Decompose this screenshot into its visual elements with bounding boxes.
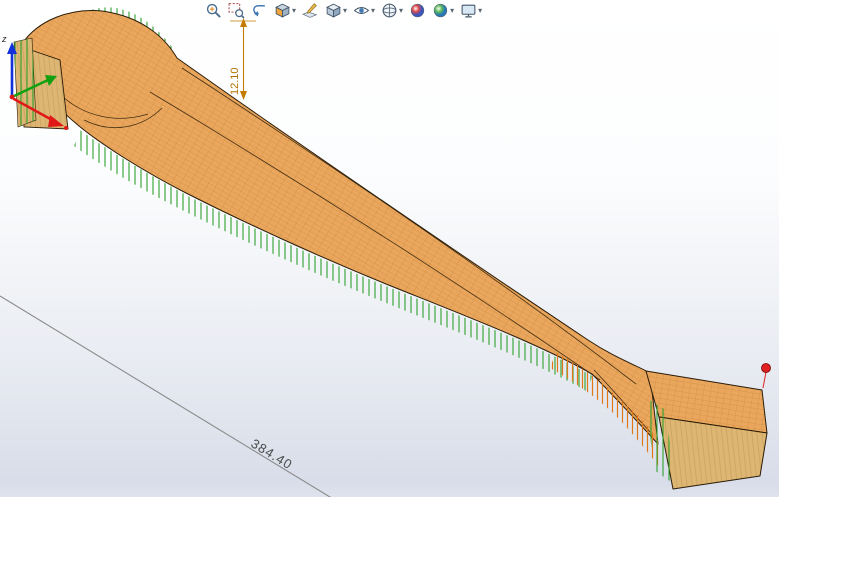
dimension-length-value[interactable]: 384.40: [248, 436, 295, 473]
section-view-icon: [275, 3, 290, 18]
apply-scene-button[interactable]: ▾: [431, 1, 455, 20]
heads-up-view-toolbar: ▾ ▾ ▾ ▾ ▾ ▾: [204, 1, 483, 20]
dropdown-caret-icon[interactable]: ▾: [292, 6, 296, 15]
blade-top-surface: [21, 10, 659, 445]
hide-show-items-icon: [353, 7, 370, 14]
dimension-height[interactable]: 12.10: [229, 18, 256, 100]
zoom-to-fit-button[interactable]: [204, 1, 223, 20]
view-orientation-button[interactable]: ▾: [380, 1, 404, 20]
view-settings-button[interactable]: ▾: [459, 1, 483, 20]
tail-block: [645, 370, 768, 490]
dimension-length[interactable]: 384.40: [0, 295, 348, 497]
3d-viewport[interactable]: 384.40 z 12.10: [0, 0, 779, 497]
dimension-height-value[interactable]: 12.10: [229, 67, 241, 95]
display-style-button[interactable]: ▾: [324, 1, 348, 20]
dropdown-caret-icon[interactable]: ▾: [399, 6, 403, 15]
annotation-views-button[interactable]: [301, 1, 320, 20]
model-scene: 384.40 z 12.10: [0, 7, 771, 497]
annotation-views-icon: [302, 3, 318, 18]
dropdown-caret-icon[interactable]: ▾: [343, 6, 347, 15]
edit-appearance-icon: [410, 3, 425, 18]
z-axis-label: z: [1, 34, 7, 44]
view-orientation-icon: [382, 3, 397, 18]
previous-view-button[interactable]: [250, 1, 269, 20]
dropdown-caret-icon[interactable]: ▾: [371, 6, 375, 15]
previous-view-icon: [253, 4, 265, 17]
zoom-to-area-icon: [228, 3, 245, 19]
display-style-icon: [326, 3, 341, 18]
zoom-to-area-button[interactable]: [227, 1, 246, 20]
apply-scene-icon: [433, 3, 448, 18]
zoom-to-fit-icon: [206, 3, 221, 18]
hide-show-items-button[interactable]: ▾: [352, 1, 376, 20]
origin-marker: [64, 126, 68, 130]
view-settings-icon: [461, 4, 476, 18]
dropdown-caret-icon[interactable]: ▾: [450, 6, 454, 15]
vertex-marker[interactable]: [761, 363, 771, 389]
application-window: 384.40 z 12.10 ▾ ▾ ▾ ▾ ▾ ▾: [0, 0, 862, 570]
section-view-button[interactable]: ▾: [273, 1, 297, 20]
dropdown-caret-icon[interactable]: ▾: [478, 6, 482, 15]
edit-appearance-button[interactable]: [408, 1, 427, 20]
